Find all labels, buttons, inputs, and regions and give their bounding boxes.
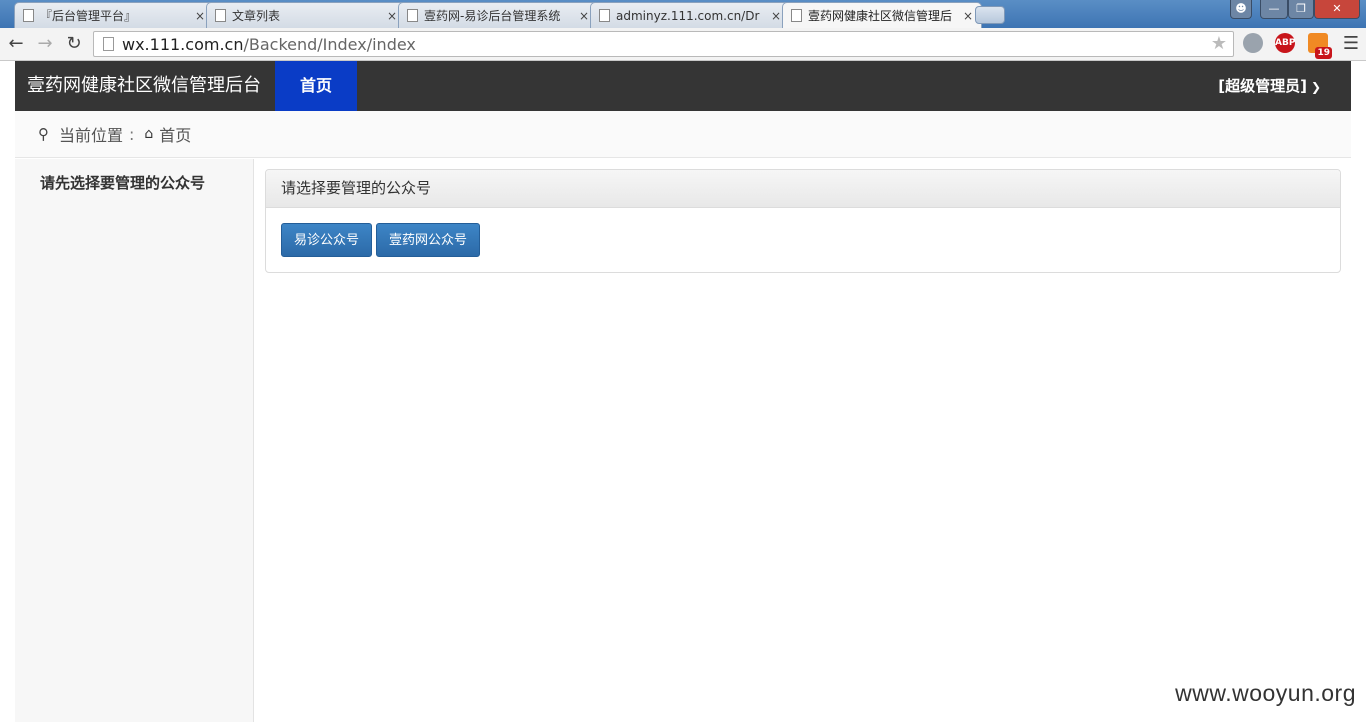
browser-tab-title: 文章列表 bbox=[232, 9, 281, 23]
chevron-down-icon: ❯ bbox=[1310, 80, 1321, 94]
browser-tab-active[interactable]: 壹药网健康社区微信管理后 × bbox=[782, 2, 982, 28]
back-arrow-icon[interactable]: ← bbox=[5, 33, 27, 55]
sidebar-message: 请先选择要管理的公众号 bbox=[40, 174, 206, 192]
forward-arrow-icon[interactable]: → bbox=[34, 33, 56, 55]
browser-tab[interactable]: 壹药网-易诊后台管理系统 × bbox=[398, 2, 598, 28]
browser-tab-title: adminyz.111.com.cn/Dr bbox=[616, 8, 760, 23]
breadcrumb-separator: : bbox=[129, 124, 135, 144]
reload-icon[interactable]: ↻ bbox=[63, 33, 85, 55]
browser-tabstrip: 『后台管理平台』 × 文章列表 × 壹药网-易诊后台管理系统 × adminyz… bbox=[0, 0, 1366, 28]
page-icon bbox=[791, 9, 802, 22]
yiyaowang-account-button[interactable]: 壹药网公众号 bbox=[376, 223, 481, 257]
breadcrumb: ⚲ 当前位置 : ⌂ 首页 bbox=[15, 111, 1351, 158]
browser-tab-title: 壹药网-易诊后台管理系统 bbox=[424, 9, 561, 23]
close-icon[interactable]: × bbox=[195, 9, 205, 23]
browser-tab[interactable]: adminyz.111.com.cn/Dr × bbox=[590, 2, 790, 28]
yizhen-account-button[interactable]: 易诊公众号 bbox=[281, 223, 373, 257]
breadcrumb-current[interactable]: 首页 bbox=[159, 122, 191, 146]
user-profile-icon[interactable]: ☻ bbox=[1230, 0, 1252, 19]
close-icon[interactable]: × bbox=[771, 9, 781, 23]
rss-count-badge: 19 bbox=[1315, 47, 1332, 59]
rss-icon[interactable]: 19 bbox=[1308, 33, 1332, 59]
minimize-icon[interactable]: — bbox=[1260, 0, 1288, 19]
page-icon bbox=[215, 9, 226, 22]
watermark: www.wooyun.org bbox=[1175, 680, 1356, 706]
maximize-icon[interactable]: ❐ bbox=[1288, 0, 1314, 19]
browser-toolbar: ← → ↻ wx.111.com.cn/Backend/Index/index … bbox=[0, 28, 1366, 61]
breadcrumb-label: 当前位置 bbox=[59, 126, 124, 145]
address-bar[interactable]: wx.111.com.cn/Backend/Index/index ★ bbox=[93, 31, 1234, 57]
map-marker-icon: ⚲ bbox=[38, 125, 49, 143]
url-path: /Backend/Index/index bbox=[243, 34, 416, 54]
window-close-icon[interactable]: ✕ bbox=[1314, 0, 1360, 19]
user-menu-label: [超级管理员] bbox=[1218, 77, 1307, 95]
app-header: 壹药网健康社区微信管理后台 首页 [超级管理员] ❯ bbox=[15, 61, 1351, 111]
browser-tab-title: 『后台管理平台』 bbox=[40, 9, 137, 23]
menu-icon[interactable]: ☰ bbox=[1340, 33, 1362, 55]
close-icon[interactable]: × bbox=[579, 9, 589, 23]
browser-tab-title: 壹药网健康社区微信管理后 bbox=[808, 9, 953, 23]
url-host: wx.111.com.cn bbox=[122, 34, 244, 54]
browser-tab[interactable]: 『后台管理平台』 × bbox=[14, 2, 214, 28]
user-menu[interactable]: [超级管理员] ❯ bbox=[1218, 61, 1321, 112]
page-icon bbox=[599, 9, 610, 22]
browser-tab[interactable]: 文章列表 × bbox=[206, 2, 406, 28]
brand-title[interactable]: 壹药网健康社区微信管理后台 bbox=[27, 61, 261, 111]
nav-home[interactable]: 首页 bbox=[275, 61, 357, 111]
globe-icon[interactable] bbox=[1243, 33, 1263, 53]
account-select-panel: 请选择要管理的公众号 易诊公众号 壹药网公众号 bbox=[265, 169, 1341, 273]
panel-body: 易诊公众号 壹药网公众号 bbox=[266, 208, 1340, 272]
panel-title: 请选择要管理的公众号 bbox=[266, 170, 1340, 208]
new-tab-button[interactable] bbox=[975, 6, 1005, 24]
page-icon bbox=[103, 37, 114, 51]
adblock-icon[interactable]: ABP bbox=[1275, 33, 1295, 53]
close-icon[interactable]: × bbox=[963, 9, 973, 23]
bookmark-star-icon[interactable]: ★ bbox=[1211, 33, 1227, 54]
page-icon bbox=[407, 9, 418, 22]
page-icon bbox=[23, 9, 34, 22]
sidebar: 请先选择要管理的公众号 bbox=[15, 159, 254, 722]
home-icon: ⌂ bbox=[144, 126, 154, 142]
close-icon[interactable]: × bbox=[387, 9, 397, 23]
